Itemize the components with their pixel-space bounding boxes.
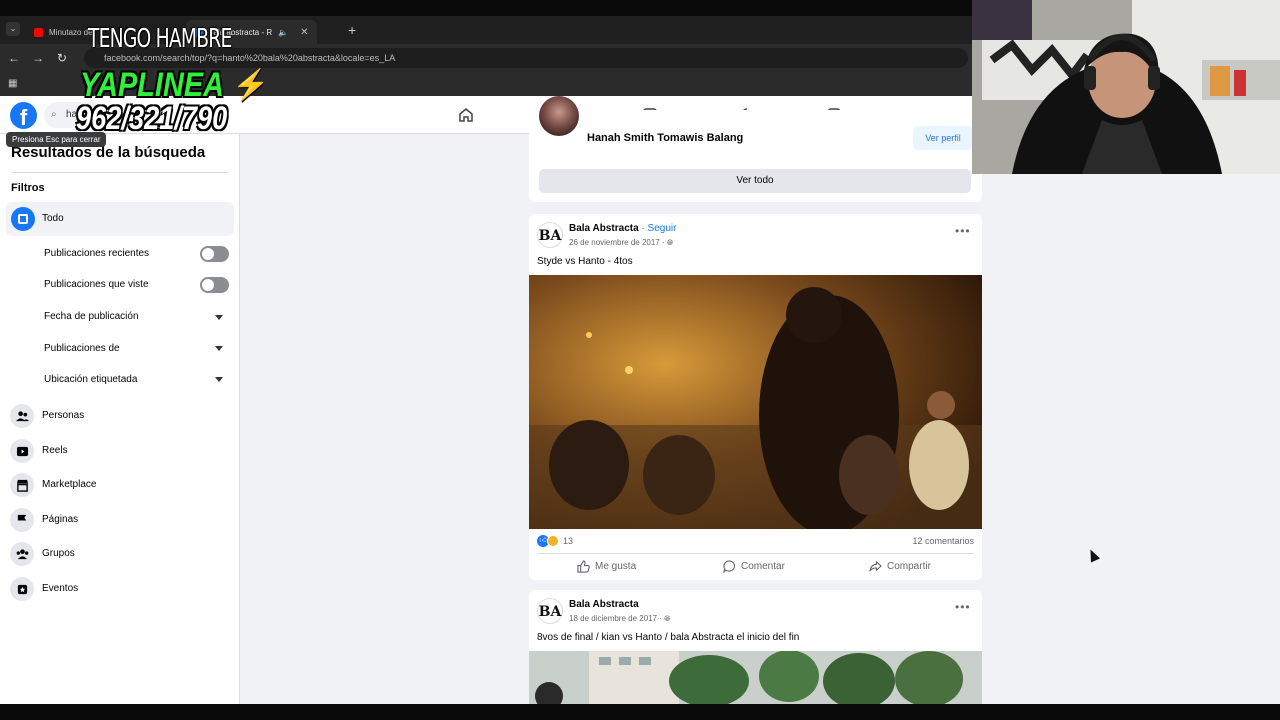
recent-posts-label: Publicaciones recientes bbox=[44, 248, 150, 259]
category-marketplace[interactable]: Marketplace bbox=[10, 470, 230, 500]
marketplace-icon bbox=[10, 473, 34, 497]
chevron-down-icon[interactable] bbox=[215, 315, 223, 320]
flag-icon bbox=[10, 508, 34, 532]
lightning-icon: ⚡ bbox=[232, 69, 270, 102]
all-results-icon bbox=[11, 207, 35, 231]
speaker-icon[interactable]: 🔈 bbox=[278, 28, 288, 37]
wow-reaction-icon bbox=[547, 535, 559, 547]
category-pages[interactable]: Páginas bbox=[10, 505, 230, 535]
events-icon bbox=[10, 577, 34, 601]
person-name[interactable]: Hanah Smith Tomawis Balang bbox=[587, 132, 743, 144]
page-avatar[interactable]: BA bbox=[537, 598, 563, 624]
share-icon bbox=[869, 560, 882, 572]
category-people[interactable]: Personas bbox=[10, 401, 230, 431]
post-author[interactable]: Bala Abstracta bbox=[569, 599, 639, 610]
apps-grid-icon[interactable]: ▦ bbox=[8, 78, 17, 89]
post-card: BA Bala Abstracta 18 de diciembre de 201… bbox=[529, 590, 982, 704]
mouse-cursor-icon bbox=[1085, 547, 1101, 563]
globe-icon: 🌐︎ bbox=[664, 614, 671, 623]
post-card: BA Bala Abstracta · Seguir 26 de noviemb… bbox=[529, 214, 982, 580]
facebook-logo[interactable]: f bbox=[10, 102, 37, 130]
video-frame bbox=[529, 651, 982, 704]
post-author: Bala Abstracta · Seguir bbox=[569, 223, 676, 234]
people-results-card: Hanah Smith Tomawis Balang Ver perfil Ve… bbox=[529, 96, 982, 202]
seen-posts-toggle[interactable] bbox=[200, 277, 229, 293]
reactions-summary[interactable]: 👍︎ 13 bbox=[537, 535, 573, 547]
page-avatar[interactable]: BA bbox=[537, 222, 563, 248]
video-player[interactable] bbox=[529, 651, 982, 704]
video-player[interactable] bbox=[529, 275, 982, 529]
posted-by-dropdown[interactable]: Publicaciones de bbox=[44, 343, 120, 354]
top-edge bbox=[0, 0, 972, 16]
like-button[interactable]: Me gusta bbox=[577, 560, 636, 573]
reels-icon bbox=[10, 439, 34, 463]
globe-icon: 🌐︎ bbox=[666, 238, 674, 247]
search-icon: ⌕ bbox=[51, 109, 57, 120]
category-reels[interactable]: Reels bbox=[10, 436, 230, 466]
tagged-location-dropdown[interactable]: Ubicación etiquetada bbox=[44, 374, 137, 385]
webcam-image bbox=[972, 0, 1280, 174]
esc-tooltip: Presiona Esc para cerrar bbox=[6, 132, 107, 147]
video-frame bbox=[529, 275, 982, 529]
chevron-down-icon[interactable] bbox=[215, 346, 223, 351]
follow-link[interactable]: · Seguir bbox=[639, 223, 676, 234]
share-button[interactable]: Compartir bbox=[869, 560, 931, 573]
comment-icon bbox=[723, 560, 736, 573]
date-filter-dropdown[interactable]: Fecha de publicación bbox=[44, 311, 139, 322]
comments-count[interactable]: 12 comentarios bbox=[912, 536, 974, 546]
tab-search-icon[interactable]: ⌄ bbox=[6, 22, 20, 36]
nav-home[interactable] bbox=[420, 96, 512, 134]
reload-icon[interactable]: ↻ bbox=[50, 51, 74, 65]
post-text: Styde vs Hanto - 4tos bbox=[537, 256, 633, 267]
stream-overlay-text: TENGO HAMBRE bbox=[88, 24, 232, 54]
back-icon[interactable]: ← bbox=[2, 51, 26, 65]
see-all-button[interactable]: Ver todo bbox=[539, 169, 971, 193]
comment-button[interactable]: Comentar bbox=[723, 560, 785, 573]
post-timestamp[interactable]: 26 de noviembre de 2017 · 🌐︎ bbox=[569, 238, 673, 248]
thumbs-up-icon bbox=[577, 560, 590, 573]
home-icon bbox=[459, 108, 473, 122]
author-link[interactable]: Bala Abstracta bbox=[569, 223, 639, 234]
divider bbox=[537, 553, 974, 554]
divider bbox=[11, 172, 229, 173]
groups-icon bbox=[10, 542, 34, 566]
seen-posts-label: Publicaciones que viste bbox=[44, 279, 149, 290]
filter-todo-label: Todo bbox=[42, 213, 64, 224]
post-text: 8vos de final / kian vs Hanto / bala Abs… bbox=[537, 632, 800, 643]
view-profile-button[interactable]: Ver perfil bbox=[913, 126, 973, 150]
recent-posts-toggle[interactable] bbox=[200, 246, 229, 262]
people-icon bbox=[10, 404, 34, 428]
chevron-down-icon[interactable] bbox=[215, 377, 223, 382]
more-options-icon[interactable]: ••• bbox=[955, 600, 971, 614]
filter-todo[interactable]: Todo bbox=[6, 202, 234, 236]
category-groups[interactable]: Grupos bbox=[10, 539, 230, 569]
youtube-icon bbox=[34, 27, 43, 37]
streamer-webcam bbox=[972, 0, 1280, 174]
more-options-icon[interactable]: ••• bbox=[955, 224, 971, 238]
avatar[interactable] bbox=[539, 96, 579, 136]
filters-heading: Filtros bbox=[11, 182, 45, 194]
new-tab-button[interactable]: + bbox=[348, 22, 356, 38]
search-filters-sidebar: Resultados de la búsqueda Filtros Todo P… bbox=[0, 134, 240, 704]
close-tab-icon[interactable]: ✕ bbox=[300, 27, 308, 38]
bottom-edge bbox=[0, 704, 1280, 720]
post-timestamp[interactable]: 18 de diciembre de 2017 · 🌐︎ bbox=[569, 614, 671, 624]
forward-icon[interactable]: → bbox=[26, 51, 50, 65]
category-events[interactable]: Eventos bbox=[10, 574, 230, 604]
